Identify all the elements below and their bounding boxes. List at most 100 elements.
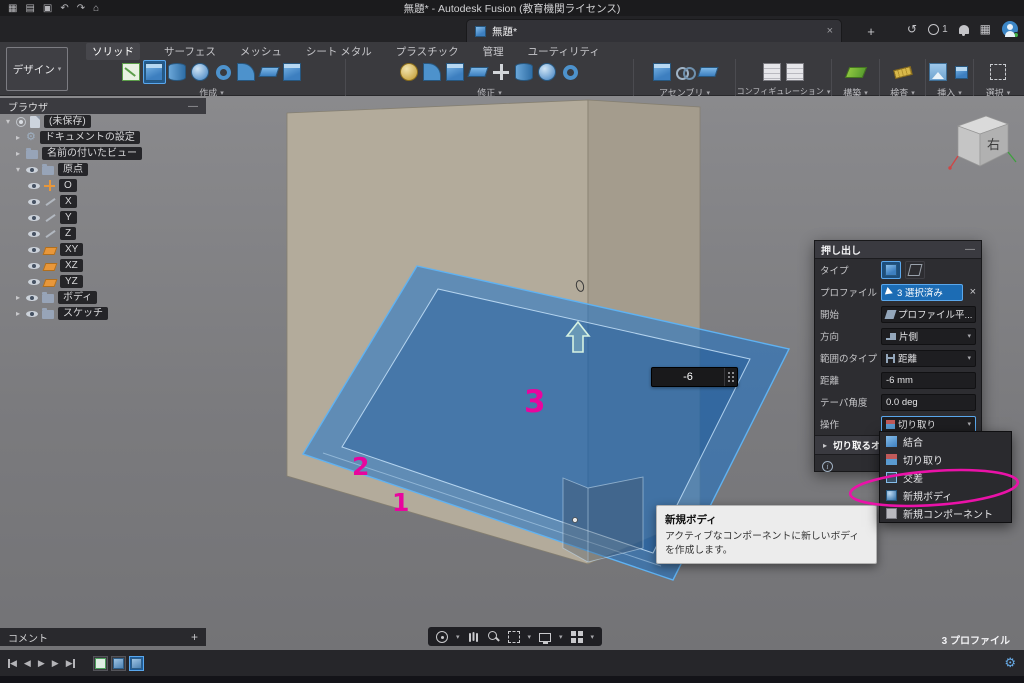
dialog-header[interactable]: 押し出し —: [815, 241, 981, 259]
visibility-eye-icon[interactable]: [28, 196, 40, 208]
select-tool-icon[interactable]: [987, 60, 1010, 84]
timeline-settings-gear-icon[interactable]: ⚙: [1004, 655, 1016, 671]
insert-canvas-icon[interactable]: [927, 60, 950, 84]
active-component-radio[interactable]: [16, 117, 26, 127]
home-icon[interactable]: ⌂: [93, 3, 99, 14]
clear-selection-icon[interactable]: ×: [970, 286, 976, 298]
shell-icon[interactable]: [444, 60, 467, 84]
operation-select[interactable]: 切り取り ▾: [881, 416, 976, 433]
node-label[interactable]: O: [59, 179, 77, 192]
joint-icon[interactable]: [673, 60, 696, 84]
drag-grip-icon[interactable]: [724, 368, 737, 386]
play-icon[interactable]: ▶: [38, 658, 45, 669]
expand-icon[interactable]: ▸: [14, 133, 22, 142]
visibility-eye-icon[interactable]: [28, 180, 40, 192]
caret-down-icon[interactable]: ▾: [591, 633, 595, 641]
construction-plane-icon[interactable]: [844, 60, 867, 84]
extrude-tool-icon[interactable]: [143, 60, 166, 84]
caret-down-icon[interactable]: ▾: [559, 633, 563, 641]
tab-solid[interactable]: ソリッド: [86, 43, 140, 60]
distance-value-box[interactable]: -6: [651, 367, 738, 387]
timeline-extrude-feature[interactable]: [111, 656, 126, 671]
undo-icon[interactable]: ↶: [60, 3, 68, 14]
expand-icon[interactable]: ▾: [14, 165, 22, 174]
coil-tool-icon[interactable]: [235, 60, 258, 84]
timeline-sketch-feature[interactable]: [93, 656, 108, 671]
visibility-eye-icon[interactable]: [28, 244, 40, 256]
node-label[interactable]: ドキュメントの設定: [40, 131, 140, 144]
add-comment-icon[interactable]: +: [191, 630, 198, 644]
history-icon[interactable]: ↺: [907, 22, 917, 36]
distance-input[interactable]: -6 mm: [881, 372, 976, 389]
visibility-eye-icon[interactable]: [26, 164, 38, 176]
step-back-icon[interactable]: ◀: [24, 658, 31, 669]
browser-node-axis-y[interactable]: Y: [28, 210, 77, 225]
start-select[interactable]: プロファイル平... ▾: [881, 306, 976, 323]
tab-mesh[interactable]: メッシュ: [240, 44, 282, 59]
browser-node-doc-settings[interactable]: ▸ ⚙ ドキュメントの設定: [14, 130, 140, 145]
go-to-start-icon[interactable]: ◀: [8, 658, 17, 669]
browser-node-plane-xz[interactable]: XZ: [28, 258, 83, 273]
tab-sheetmetal[interactable]: シート メタル: [306, 44, 372, 59]
browser-node-bodies[interactable]: ▸ ボディ: [14, 290, 97, 305]
node-label[interactable]: スケッチ: [58, 307, 108, 320]
new-tab-button[interactable]: +: [862, 22, 880, 40]
menu-item-join[interactable]: 結合: [880, 432, 1011, 450]
file-menu-icon[interactable]: ▤: [25, 3, 34, 14]
menu-item-cut[interactable]: 切り取り: [880, 450, 1011, 468]
caret-down-icon[interactable]: ▾: [456, 633, 460, 641]
go-to-end-icon[interactable]: ▶: [66, 658, 75, 669]
expand-icon[interactable]: ▸: [14, 293, 22, 302]
visibility-eye-icon[interactable]: [28, 212, 40, 224]
form-tool-icon[interactable]: [281, 60, 304, 84]
rigid-group-icon[interactable]: [696, 60, 719, 84]
distance-value[interactable]: -6: [652, 371, 724, 383]
type-thin-button[interactable]: [905, 261, 925, 279]
extent-select[interactable]: 距離 ▾: [881, 350, 976, 367]
extensions-grid-icon[interactable]: ▦: [980, 22, 991, 36]
new-component-icon[interactable]: [650, 60, 673, 84]
node-label[interactable]: Y: [60, 211, 77, 224]
visibility-eye-icon[interactable]: [28, 228, 40, 240]
expand-icon[interactable]: ▾: [4, 117, 12, 126]
move-copy-icon[interactable]: [490, 60, 513, 84]
caret-down-icon[interactable]: ▾: [528, 633, 532, 641]
menu-item-intersect[interactable]: 交差: [880, 468, 1011, 486]
change-parameters-icon[interactable]: [559, 60, 582, 84]
display-settings-icon[interactable]: [539, 633, 551, 642]
node-label[interactable]: X: [60, 195, 77, 208]
profile-selection-chip[interactable]: 3 選択済み: [881, 284, 963, 301]
node-label[interactable]: ボディ: [58, 291, 97, 304]
menu-item-new-component[interactable]: 新規コンポーネント: [880, 504, 1011, 522]
browser-node-axis-x[interactable]: X: [28, 194, 77, 209]
fit-view-icon[interactable]: [508, 631, 520, 643]
cylinder-tool-icon[interactable]: [166, 60, 189, 84]
type-solid-button[interactable]: [881, 261, 901, 279]
press-pull-icon[interactable]: [398, 60, 421, 84]
browser-collapse-icon[interactable]: —: [188, 101, 198, 112]
comments-bar[interactable]: コメント +: [0, 628, 206, 646]
info-icon[interactable]: i: [822, 461, 833, 472]
grid-settings-icon[interactable]: [571, 631, 583, 643]
browser-node-origin[interactable]: ▾ 原点: [14, 162, 88, 177]
tab-utilities[interactable]: ユーティリティ: [528, 44, 600, 59]
browser-node-named-views[interactable]: ▸ 名前の付いたビュー: [14, 146, 142, 161]
combine-icon[interactable]: [467, 60, 490, 84]
visibility-eye-icon[interactable]: [28, 260, 40, 272]
pipe-tool-icon[interactable]: [258, 60, 281, 84]
node-label[interactable]: (未保存): [44, 115, 91, 128]
expand-icon[interactable]: ▸: [14, 309, 22, 318]
visibility-eye-icon[interactable]: [28, 276, 40, 288]
browser-node-origin-o[interactable]: O: [28, 178, 77, 193]
visibility-eye-icon[interactable]: [26, 292, 38, 304]
browser-node-plane-yz[interactable]: YZ: [28, 274, 83, 289]
torus-tool-icon[interactable]: [212, 60, 235, 84]
browser-node-axis-z[interactable]: Z: [28, 226, 76, 241]
app-grid-icon[interactable]: ▦: [8, 3, 17, 14]
timeline-extrude-feature-active[interactable]: [129, 656, 144, 671]
sketch-origin-point[interactable]: [573, 518, 578, 523]
insert-mesh-icon[interactable]: [950, 60, 973, 84]
node-label[interactable]: 原点: [58, 163, 88, 176]
node-label[interactable]: XY: [60, 243, 83, 256]
browser-node-sketches[interactable]: ▸ スケッチ: [14, 306, 108, 321]
